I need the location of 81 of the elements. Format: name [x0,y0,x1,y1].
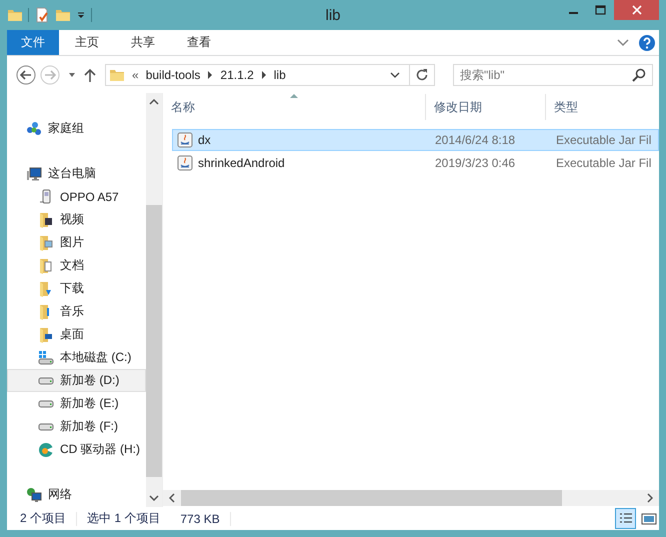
file-name: dx [198,133,211,147]
sidebar-item[interactable]: 图片 [7,231,146,254]
search-icon [632,68,646,82]
close-icon [632,5,642,15]
sidebar-item[interactable]: 本地磁盘 (C:) [7,346,146,369]
scroll-left-icon[interactable] [169,493,175,503]
sidebar-item[interactable]: 文档 [7,254,146,277]
computer-icon [26,166,42,182]
drive-icon [38,422,54,430]
tiles-view-icon [640,512,656,526]
sidebar-item[interactable]: 下载 [7,277,146,300]
network-icon [26,486,42,502]
ribbon-tab[interactable]: 主页 [59,30,115,55]
item-count: 2 个项目 [20,510,66,527]
breadcrumb[interactable]: 21.1.2 [220,68,254,82]
column-header[interactable]: 类型 [546,94,659,120]
jar-file-icon [177,155,193,171]
sidebar-item[interactable]: 这台电脑 [7,162,146,185]
window-title: lib [326,6,340,24]
recent-dropdown-icon[interactable] [68,70,76,78]
file-row[interactable]: shrinkedAndroid 2019/3/23 0:46 Executable Jar Fil [172,152,659,174]
breadcrumb-arrow-icon[interactable] [207,70,214,78]
sidebar-item[interactable]: OPPO A57 [7,185,146,208]
sidebar-item[interactable]: CD 驱动器 (H:) [7,438,146,461]
scroll-right-icon[interactable] [647,493,653,503]
folder-icon [38,234,54,250]
search-field[interactable]: 搜索"lib" [453,64,653,86]
column-header[interactable]: 名称 [163,94,426,120]
ribbon-tab[interactable]: 共享 [115,30,171,55]
file-name: shrinkedAndroid [198,156,285,170]
details-view-icon [618,512,632,526]
dropdown-icon[interactable] [390,72,400,78]
sidebar-item[interactable]: 家庭组 [7,117,146,140]
folder-icon [38,212,54,228]
drive-icon [38,350,54,366]
scroll-down-icon[interactable] [149,495,159,501]
breadcrumb[interactable]: build-tools [146,68,200,82]
sidebar-item[interactable]: 新加卷 (F:) [7,415,146,438]
scrollbar-thumb[interactable] [146,205,162,477]
disc-icon [38,442,54,458]
sidebar-item[interactable]: 新加卷 (D:) [7,369,146,392]
sort-ascending-icon [290,94,298,98]
sidebar-item[interactable]: 桌面 [7,323,146,346]
scroll-up-icon[interactable] [149,99,159,105]
sidebar-item[interactable]: 视频 [7,208,146,231]
up-icon[interactable] [84,68,96,82]
expand-ribbon-icon[interactable] [617,38,629,46]
homegroup-icon [26,120,42,136]
sidebar-item[interactable]: 新加卷 (E:) [7,392,146,415]
folder-icon [38,280,54,296]
scrollbar-thumb[interactable] [181,490,562,506]
selection-size: 773 KB [180,512,220,526]
table-cell-text: Executable Jar Fil [555,156,652,170]
folder-icon [38,326,54,342]
drive-icon [38,376,54,384]
maximize-icon [595,5,606,15]
table-cell-text: Executable Jar Fil [555,133,652,147]
address-bar[interactable]: « build-tools 21.1.2 lib [105,64,435,86]
breadcrumb-arrow-icon[interactable] [260,70,267,78]
file-menu-tab[interactable]: 文件 [7,30,59,55]
jar-file-icon [177,132,193,148]
ribbon-tab[interactable]: 查看 [171,30,227,55]
details-view-button[interactable] [615,508,636,529]
table-cell-text: 2019/3/23 0:46 [434,156,516,170]
table-cell-text: 2014/6/24 8:18 [434,133,516,147]
properties-icon[interactable] [34,7,50,23]
refresh-icon[interactable] [415,68,429,82]
sidebar-item[interactable]: 网络 [7,483,146,506]
back-icon[interactable] [16,64,36,84]
sidebar-item[interactable]: 音乐 [7,300,146,323]
breadcrumb[interactable]: lib [274,68,286,82]
minimize-icon [569,12,578,14]
selection-count: 选中 1 个项目 [87,510,160,527]
dropdown-icon[interactable] [76,10,86,20]
file-row[interactable]: dx 2014/6/24 8:18 Executable Jar Fil [172,129,659,151]
column-header[interactable]: 修改日期 [426,94,546,120]
folder-icon [38,258,54,274]
help-icon[interactable] [639,34,655,50]
overflow-chevron[interactable]: « [132,68,139,82]
drive-icon [38,400,54,408]
close-button[interactable] [614,0,659,20]
